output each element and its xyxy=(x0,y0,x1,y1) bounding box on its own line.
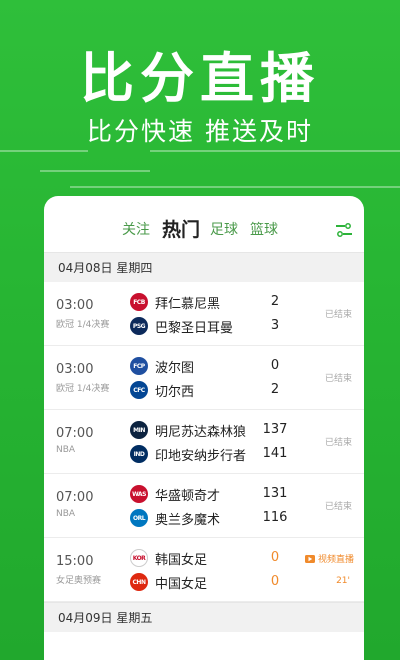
team-name: 韩国女足 xyxy=(155,552,208,568)
score-card: 关注 热门 足球 篮球 04月08日 星期四 03:00 欧冠 1/4决赛 FC… xyxy=(44,196,364,660)
team-logo-icon: ORL xyxy=(130,509,148,527)
home-score: 2 xyxy=(270,294,280,309)
away-team: PSG 巴黎圣日耳曼 xyxy=(130,316,233,336)
team-logo-icon: KOR xyxy=(130,549,148,567)
tab-basketball[interactable]: 篮球 xyxy=(250,220,278,240)
match-status: 已结束 xyxy=(324,310,352,320)
away-team: IND 印地安纳步行者 xyxy=(130,444,246,464)
match-league: 欧冠 1/4决赛 xyxy=(56,320,110,330)
match-row[interactable]: 07:00 NBA WAS 华盛顿奇才 ORL 奥兰多魔术 131 116 已结… xyxy=(44,474,364,538)
home-score: 131 xyxy=(262,486,288,501)
match-row[interactable]: 03:00 欧冠 1/4决赛 FCP 波尔图 CFC 切尔西 0 2 已结束 xyxy=(44,346,364,410)
live-label: 视频直播 xyxy=(317,555,354,565)
team-logo-icon: WAS xyxy=(130,485,148,503)
team-name: 中国女足 xyxy=(155,576,208,592)
bg-stripe xyxy=(150,150,400,152)
match-league: 女足奥预赛 xyxy=(56,576,102,586)
match-status: 已结束 xyxy=(324,374,352,384)
match-minute: 21' xyxy=(336,576,350,586)
date-bar: 04月08日 星期四 xyxy=(44,252,364,282)
team-name: 巴黎圣日耳曼 xyxy=(155,320,234,336)
team-logo-icon: MIN xyxy=(130,421,148,439)
match-time: 03:00 xyxy=(56,362,94,377)
team-name: 华盛顿奇才 xyxy=(155,488,221,504)
tab-football[interactable]: 足球 xyxy=(210,220,238,240)
tab-follow[interactable]: 关注 xyxy=(122,220,150,240)
match-row[interactable]: 03:00 欧冠 1/4决赛 FCB 拜仁慕尼黑 PSG 巴黎圣日耳曼 2 3 … xyxy=(44,282,364,346)
away-score: 141 xyxy=(262,446,288,461)
live-video-badge[interactable]: 视频直播 xyxy=(304,552,354,565)
match-time: 07:00 xyxy=(56,490,94,505)
team-logo-icon: FCB xyxy=(130,293,148,311)
away-score: 2 xyxy=(270,382,280,397)
hero-subtitle: 比分快速 推送及时 xyxy=(87,117,313,146)
tab-hot[interactable]: 热门 xyxy=(162,220,200,240)
match-time: 07:00 xyxy=(56,426,94,441)
away-team: CHN 中国女足 xyxy=(130,572,207,592)
match-league: NBA xyxy=(56,445,76,455)
team-logo-icon: CHN xyxy=(130,573,148,591)
away-team: CFC 切尔西 xyxy=(130,380,194,400)
match-league: 欧冠 1/4决赛 xyxy=(56,384,110,394)
team-logo-icon: CFC xyxy=(130,381,148,399)
match-list: 03:00 欧冠 1/4决赛 FCB 拜仁慕尼黑 PSG 巴黎圣日耳曼 2 3 … xyxy=(44,282,364,602)
away-score: 0 xyxy=(270,574,280,589)
filter-sort-icon[interactable] xyxy=(336,223,352,237)
away-score: 116 xyxy=(262,510,288,525)
home-team: FCB 拜仁慕尼黑 xyxy=(130,292,220,312)
team-name: 切尔西 xyxy=(155,384,195,400)
home-team: MIN 明尼苏达森林狼 xyxy=(130,420,246,440)
play-video-icon xyxy=(304,554,315,563)
team-logo-icon: FCP xyxy=(130,357,148,375)
match-league: NBA xyxy=(56,509,76,519)
bg-stripe xyxy=(70,186,400,188)
home-score: 0 xyxy=(270,358,280,373)
home-team: WAS 华盛顿奇才 xyxy=(130,484,220,504)
team-name: 奥兰多魔术 xyxy=(155,512,221,528)
bg-stripe xyxy=(40,170,150,172)
team-logo-icon: IND xyxy=(130,445,148,463)
match-status: 已结束 xyxy=(324,502,352,512)
team-logo-icon: PSG xyxy=(130,317,148,335)
home-team: FCP 波尔图 xyxy=(130,356,194,376)
home-score: 0 xyxy=(270,550,280,565)
bg-stripe xyxy=(0,150,88,152)
hero-title: 比分直播 xyxy=(80,47,320,110)
match-time: 03:00 xyxy=(56,298,94,313)
away-score: 3 xyxy=(270,318,280,333)
team-name: 波尔图 xyxy=(155,360,195,376)
team-name: 拜仁慕尼黑 xyxy=(155,296,221,312)
team-name: 印地安纳步行者 xyxy=(155,448,247,464)
home-team: KOR 韩国女足 xyxy=(130,548,207,568)
match-time: 15:00 xyxy=(56,554,94,569)
home-score: 137 xyxy=(262,422,288,437)
category-tabs: 关注 热门 足球 篮球 xyxy=(44,196,364,252)
match-status: 已结束 xyxy=(324,438,352,448)
match-row[interactable]: 15:00 女足奥预赛 KOR 韩国女足 CHN 中国女足 0 0 视频直播 2… xyxy=(44,538,364,602)
match-row[interactable]: 07:00 NBA MIN 明尼苏达森林狼 IND 印地安纳步行者 137 14… xyxy=(44,410,364,474)
away-team: ORL 奥兰多魔术 xyxy=(130,508,220,528)
date-bar: 04月09日 星期五 xyxy=(44,602,364,632)
team-name: 明尼苏达森林狼 xyxy=(155,424,247,440)
